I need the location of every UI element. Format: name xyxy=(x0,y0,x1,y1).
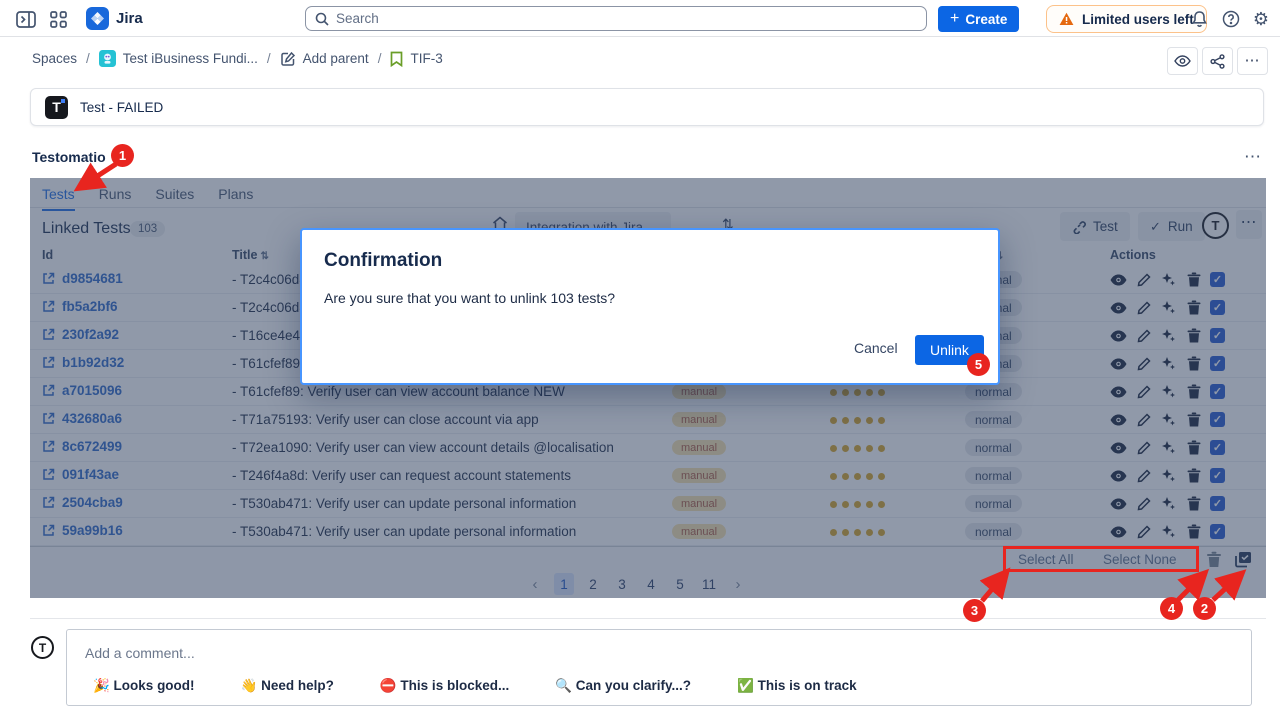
share-button[interactable] xyxy=(1202,47,1233,75)
modal-title: Confirmation xyxy=(324,250,442,272)
comment-placeholder: Add a comment... xyxy=(85,645,195,661)
annotation-step-2: 2 xyxy=(1193,597,1216,620)
settings-gear-icon[interactable]: ⚙ xyxy=(1250,9,1272,29)
test-status-card[interactable]: T Test - FAILED xyxy=(30,88,1264,126)
edit-icon xyxy=(280,51,296,67)
section-heading: Testomatio xyxy=(32,149,106,165)
breadcrumb-issue-key[interactable]: TIF-3 xyxy=(410,51,442,66)
sidebar-collapse-icon[interactable] xyxy=(15,9,37,29)
annotation-step-5: 5 xyxy=(967,353,990,376)
modal-body-text: Are you sure that you want to unlink 103… xyxy=(324,290,615,306)
more-actions-button[interactable]: ⋯ xyxy=(1237,47,1268,75)
cancel-button[interactable]: Cancel xyxy=(854,340,898,356)
quick-reply-chip-3[interactable]: ⛔ This is blocked... xyxy=(380,678,509,694)
create-button[interactable]: + Create xyxy=(938,6,1019,32)
warning-triangle-icon xyxy=(1059,12,1074,26)
annotation-step-4: 4 xyxy=(1160,597,1183,620)
breadcrumb-space-name[interactable]: Test iBusiness Fundi... xyxy=(123,51,258,66)
quick-reply-chip-5[interactable]: ✅ This is on track xyxy=(737,678,857,694)
user-avatar: T xyxy=(31,636,54,659)
testomatio-logo-icon: T xyxy=(45,96,68,119)
plus-icon: + xyxy=(950,11,959,27)
search-icon xyxy=(315,12,329,26)
notifications-bell-icon[interactable] xyxy=(1188,9,1210,29)
quick-reply-chip-2[interactable]: 👋 Need help? xyxy=(241,678,334,694)
section-menu-ellipsis[interactable]: ⋯ xyxy=(1244,147,1262,167)
page: Jira Search + Create Limited users left xyxy=(0,0,1280,720)
app-switcher-icon[interactable] xyxy=(47,9,69,29)
space-avatar-icon xyxy=(99,50,116,67)
breadcrumb: Spaces / Test iBusiness Fundi... / Add p… xyxy=(32,50,443,67)
breadcrumb-row: Spaces / Test iBusiness Fundi... / Add p… xyxy=(0,37,1280,81)
confirmation-modal: Confirmation Are you sure that you want … xyxy=(300,228,1000,385)
comment-input[interactable]: Add a comment... 🎉 Looks good! 👋 Need hel… xyxy=(66,629,1252,706)
quick-reply-chip-1[interactable]: 🎉 Looks good! xyxy=(93,678,195,694)
bookmark-icon xyxy=(390,51,403,67)
help-icon[interactable] xyxy=(1220,9,1242,29)
annotation-highlight-rect xyxy=(1003,546,1199,572)
annotation-step-1: 1 xyxy=(111,144,134,167)
quick-replies: 🎉 Looks good! 👋 Need help? ⛔ This is block… xyxy=(93,678,857,694)
jira-logo-icon[interactable] xyxy=(86,7,109,30)
breadcrumb-add-parent[interactable]: Add parent xyxy=(303,51,369,66)
watch-eye-button[interactable] xyxy=(1167,47,1198,75)
search-input[interactable]: Search xyxy=(305,6,927,31)
top-navbar: Jira Search + Create Limited users left xyxy=(0,0,1280,37)
content-divider xyxy=(30,618,1266,619)
test-status-label: Test - FAILED xyxy=(80,100,163,115)
quick-reply-chip-4[interactable]: 🔍 Can you clarify...? xyxy=(555,678,691,694)
annotation-step-3: 3 xyxy=(963,599,986,622)
limited-users-warning[interactable]: Limited users left xyxy=(1046,5,1207,33)
breadcrumb-spaces[interactable]: Spaces xyxy=(32,51,77,66)
app-title: Jira xyxy=(116,10,143,27)
search-placeholder: Search xyxy=(336,11,379,26)
